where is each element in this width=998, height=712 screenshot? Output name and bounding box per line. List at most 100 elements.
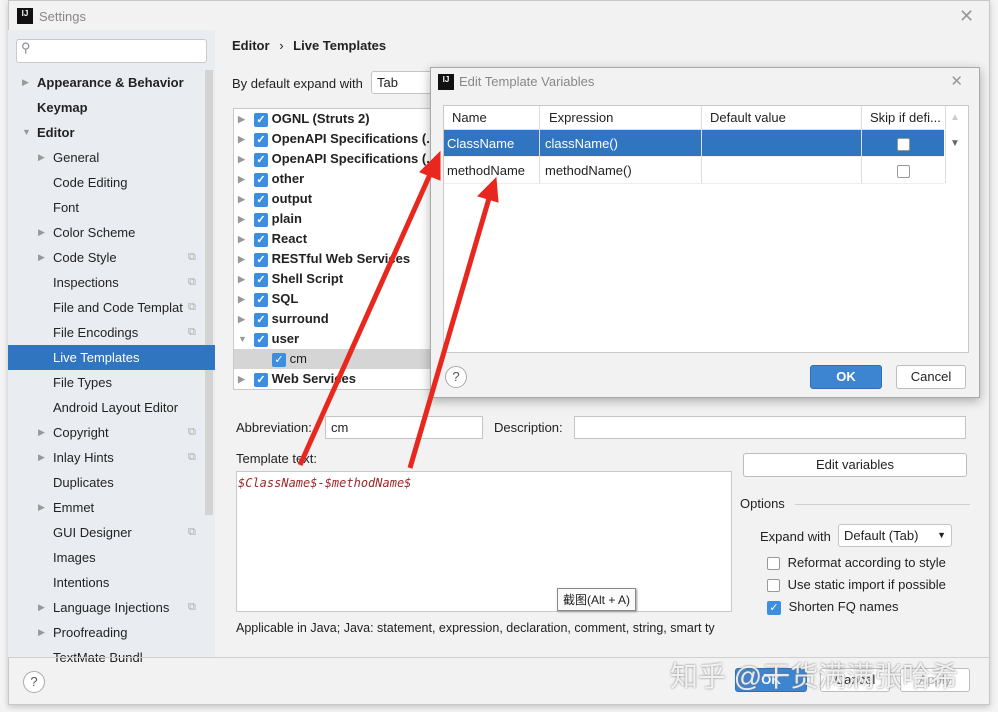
checkbox[interactable]: ✓ — [254, 112, 268, 127]
tree-item[interactable]: ▶ ✓ OGNL (Struts 2) — [234, 109, 432, 129]
sidebar-item[interactable]: Inspections ⧉ — [8, 270, 215, 295]
checkbox-unchecked-icon[interactable] — [767, 579, 780, 593]
edit-variables-button[interactable]: Edit variables — [743, 453, 967, 477]
table-row[interactable]: ClassName className() — [444, 130, 946, 157]
chevron-right-icon[interactable]: ▶ — [38, 145, 45, 170]
checkbox[interactable]: ✓ — [254, 232, 268, 247]
sidebar-item[interactable]: ▶ Appearance & Behavior — [8, 70, 215, 95]
sidebar-item[interactable]: ▶ Proofreading — [8, 620, 215, 645]
sidebar-item[interactable]: Duplicates — [8, 470, 215, 495]
cell-default-value[interactable] — [702, 157, 862, 183]
tree-item[interactable]: ▶ ✓ plain — [234, 209, 432, 229]
chevron-right-icon[interactable]: ▶ — [238, 289, 245, 309]
dialog-ok-button[interactable]: OK — [810, 365, 882, 389]
chevron-right-icon[interactable]: ▶ — [238, 189, 245, 209]
tree-item[interactable]: ▶ ✓ output — [234, 189, 432, 209]
applicable-contexts[interactable]: Applicable in Java; Java: statement, exp… — [236, 621, 715, 635]
chevron-right-icon[interactable]: ▶ — [238, 229, 245, 249]
column-default-value[interactable]: Default value — [702, 106, 862, 129]
dialog-cancel-button[interactable]: Cancel — [896, 365, 966, 389]
checkbox[interactable]: ✓ — [254, 172, 268, 187]
tree-item[interactable]: ▶ ✓ React — [234, 229, 432, 249]
chevron-right-icon[interactable]: ▶ — [38, 595, 45, 620]
tree-item[interactable]: ▼ ✓ user — [234, 329, 432, 349]
cell-default-value[interactable] — [702, 130, 862, 156]
checkbox[interactable]: ✓ — [254, 272, 268, 287]
column-name[interactable]: Name — [444, 106, 540, 129]
checkbox[interactable]: ✓ — [254, 132, 268, 147]
sidebar-item[interactable]: Intentions — [8, 570, 215, 595]
dialog-help-button[interactable]: ? — [445, 366, 467, 388]
chevron-right-icon[interactable]: ▶ — [38, 620, 45, 645]
tree-item[interactable]: ▶ ✓ OpenAPI Specifications (. — [234, 149, 432, 169]
checkbox-unchecked-icon[interactable] — [767, 557, 780, 571]
option-checkbox[interactable]: Use static import if possible — [767, 577, 946, 593]
sidebar-item[interactable]: ▶ Language Injections ⧉ — [8, 595, 215, 620]
checkbox[interactable]: ✓ — [254, 152, 268, 167]
tree-item[interactable]: ▶ ✓ Web Services — [234, 369, 432, 389]
chevron-right-icon[interactable]: ▶ — [238, 109, 245, 129]
chevron-down-icon[interactable]: ▼ — [238, 329, 247, 349]
sidebar-item[interactable]: ▶ Emmet — [8, 495, 215, 520]
close-icon[interactable]: ✕ — [959, 6, 974, 27]
tree-item[interactable]: ▶ ✓ Shell Script — [234, 269, 432, 289]
cell-name[interactable]: ClassName — [444, 130, 540, 156]
tree-item[interactable]: ▶ ✓ RESTful Web Services — [234, 249, 432, 269]
cell-name[interactable]: methodName — [444, 157, 540, 183]
tree-item[interactable]: ▶ ✓ SQL — [234, 289, 432, 309]
table-row[interactable]: methodName methodName() — [444, 157, 946, 184]
tree-item[interactable]: ▶ ✓ surround — [234, 309, 432, 329]
sidebar-item[interactable]: ▶ Inlay Hints ⧉ — [8, 445, 215, 470]
sidebar-item[interactable]: Android Layout Editor — [8, 395, 215, 420]
chevron-right-icon[interactable]: ▶ — [22, 70, 29, 95]
sidebar-item[interactable]: ▶ Code Style ⧉ — [8, 245, 215, 270]
tree-item[interactable]: ✓ cm — [234, 349, 432, 369]
chevron-right-icon[interactable]: ▶ — [238, 269, 245, 289]
chevron-right-icon[interactable]: ▶ — [38, 495, 45, 520]
settings-search-input[interactable]: ⚲ — [16, 39, 207, 63]
move-down-icon[interactable]: ▼ — [950, 138, 960, 149]
sidebar-item[interactable]: File and Code Templat ⧉ — [8, 295, 215, 320]
abbreviation-input[interactable]: cm — [325, 416, 483, 439]
chevron-down-icon[interactable]: ▼ — [22, 120, 31, 145]
column-expression[interactable]: Expression — [540, 106, 702, 129]
tree-item[interactable]: ▶ ✓ OpenAPI Specifications (. — [234, 129, 432, 149]
skip-checkbox[interactable] — [897, 165, 910, 179]
dialog-close-icon[interactable]: ✕ — [950, 72, 963, 90]
sidebar-item[interactable]: Code Editing — [8, 170, 215, 195]
sidebar-item[interactable]: File Encodings ⧉ — [8, 320, 215, 345]
chevron-right-icon[interactable]: ▶ — [238, 309, 245, 329]
expand-with-select[interactable]: Default (Tab) ▼ — [838, 524, 952, 547]
checkbox[interactable]: ✓ — [254, 332, 268, 347]
checkbox[interactable]: ✓ — [272, 352, 286, 367]
chevron-right-icon[interactable]: ▶ — [238, 369, 245, 389]
move-up-icon[interactable]: ▲ — [950, 112, 960, 123]
checkbox[interactable]: ✓ — [254, 312, 268, 327]
sidebar-item[interactable]: ▼ Editor — [8, 120, 215, 145]
checkbox-checked-icon[interactable]: ✓ — [767, 600, 781, 615]
chevron-right-icon[interactable]: ▶ — [238, 209, 245, 229]
sidebar-item[interactable]: GUI Designer ⧉ — [8, 520, 215, 545]
option-checkbox[interactable]: ✓ Shorten FQ names — [767, 599, 898, 615]
option-checkbox[interactable]: Reformat according to style — [767, 555, 946, 571]
breadcrumb-parent[interactable]: Editor — [232, 38, 270, 53]
help-button[interactable]: ? — [23, 671, 45, 693]
chevron-right-icon[interactable]: ▶ — [38, 420, 45, 445]
checkbox[interactable]: ✓ — [254, 372, 268, 387]
sidebar-item[interactable]: Live Templates — [8, 345, 215, 370]
checkbox[interactable]: ✓ — [254, 212, 268, 227]
sidebar-item[interactable]: Keymap — [8, 95, 215, 120]
sidebar-item[interactable]: File Types — [8, 370, 215, 395]
sidebar-item[interactable]: Images — [8, 545, 215, 570]
template-text-area[interactable]: $ClassName$-$methodName$ — [236, 471, 732, 612]
tree-item[interactable]: ▶ ✓ other — [234, 169, 432, 189]
sidebar-item[interactable]: ▶ Color Scheme — [8, 220, 215, 245]
chevron-right-icon[interactable]: ▶ — [238, 129, 245, 149]
chevron-right-icon[interactable]: ▶ — [238, 169, 245, 189]
chevron-right-icon[interactable]: ▶ — [238, 249, 245, 269]
checkbox[interactable]: ✓ — [254, 292, 268, 307]
skip-checkbox[interactable] — [897, 138, 910, 152]
sidebar-item[interactable]: Font — [8, 195, 215, 220]
chevron-right-icon[interactable]: ▶ — [238, 149, 245, 169]
chevron-right-icon[interactable]: ▶ — [38, 445, 45, 470]
